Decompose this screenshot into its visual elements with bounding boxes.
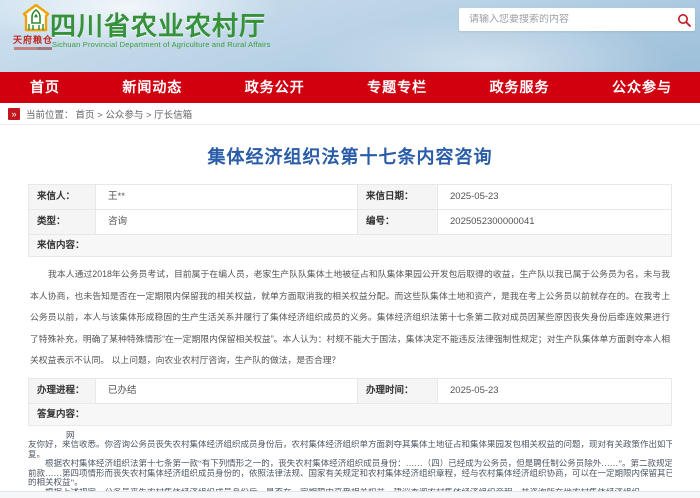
nav-item-gov-info[interactable]: 政务公开 <box>245 72 305 103</box>
search-box <box>459 8 695 31</box>
site-title[interactable]: 四川省农业农村厅 <box>50 6 266 43</box>
reply-line: 根据农村集体经济组织法第十七条第一款“有下列情形之一的，丧失农村集体经济组织成员… <box>45 459 672 469</box>
letter-date-label: 来信日期： <box>358 185 438 209</box>
progress-label: 办理进程： <box>29 378 96 403</box>
nav-item-home[interactable]: 首页 <box>30 72 60 103</box>
letter-date-value: 2025-05-23 <box>438 185 671 209</box>
nav-item-public-participation[interactable]: 公众参与 <box>612 72 672 103</box>
reply-line: 根据上述规定，公务员丧失农村集体经济组织成员身份后，是否在一定期限内享受相关权益… <box>28 488 672 491</box>
breadcrumb: » 当前位置： 首页 > 公众参与 > 厅长信箱 <box>0 103 700 125</box>
reply-line: 的相关权益”。 <box>28 478 83 488</box>
nav-item-gov-services[interactable]: 政务服务 <box>490 72 550 103</box>
type-value: 咨询 <box>96 210 358 234</box>
seal-caption <box>14 47 52 50</box>
number-value: 2025052300000041 <box>438 210 671 234</box>
reply-line: 前款……第四项情形而丧失农村集体经济组织成员身份的，依照法律法规、国家有关规定和… <box>28 468 672 478</box>
reply-content-text: 网 友你好，来信收悉。你咨询公务员丧失农村集体经济组织成员身份后，农村集体经济组… <box>28 426 672 492</box>
process-table: 办理进程： 已办结 办理时间： 2025-05-23 <box>28 377 672 404</box>
letter-content-label: 来信内容： <box>28 235 672 257</box>
page-title: 集体经济组织法第十七条内容咨询 <box>207 147 493 167</box>
letter-content-text: 我本人通过2018年公务员考试，目前属于在编人员，老家生产队队集体土地被征占和队… <box>30 269 670 365</box>
handle-time-label: 办理时间： <box>358 378 438 403</box>
department-emblem-icon <box>22 4 50 32</box>
breadcrumb-arrows-icon: » <box>8 107 20 120</box>
sender-value: 王** <box>96 185 358 209</box>
reply-line: 网 <box>66 430 75 440</box>
handle-time-value: 2025-05-23 <box>438 378 671 403</box>
progress-value: 已办结 <box>96 378 358 403</box>
nav-item-news[interactable]: 新闻动态 <box>122 72 182 103</box>
table-row: 来信人： 王** 来信日期： 2025-05-23 <box>29 185 671 210</box>
main-nav: 首页 新闻动态 政务公开 专题专栏 政务服务 公众参与 <box>0 72 700 103</box>
letter-info-table: 来信人： 王** 来信日期： 2025-05-23 类型： 咨询 编号： 202… <box>28 184 672 235</box>
table-row: 类型： 咨询 编号： 2025052300000041 <box>29 210 671 235</box>
search-input[interactable] <box>459 14 673 25</box>
sender-label: 来信人： <box>29 185 96 209</box>
letter-detail: 集体经济组织法第十七条内容咨询 来信人： 王** 来信日期： 2025-05-2… <box>0 125 700 491</box>
number-label: 编号： <box>358 210 438 234</box>
site-header: 天府粮仓 四川省农业农村厅 Sichuan Provincial Departm… <box>0 0 700 72</box>
page: 天府粮仓 四川省农业农村厅 Sichuan Provincial Departm… <box>0 0 700 498</box>
table-row: 办理进程： 已办结 办理时间： 2025-05-23 <box>29 378 671 403</box>
reply-content-label: 答复内容： <box>28 402 672 426</box>
reply-line: 复。 <box>28 449 46 459</box>
type-label: 类型： <box>29 210 96 234</box>
site-subtitle-en: Sichuan Provincial Department of Agricul… <box>52 40 271 49</box>
nav-item-special-columns[interactable]: 专题专栏 <box>367 72 427 103</box>
breadcrumb-path[interactable]: 首页 > 公众参与 > 厅长信箱 <box>76 107 193 121</box>
reply-line: 友你好，来信收悉。你咨询公务员丧失农村集体经济组织成员身份后，农村集体经济组织单… <box>28 440 672 450</box>
search-icon[interactable] <box>673 8 695 31</box>
breadcrumb-prefix: 当前位置： <box>26 109 74 121</box>
